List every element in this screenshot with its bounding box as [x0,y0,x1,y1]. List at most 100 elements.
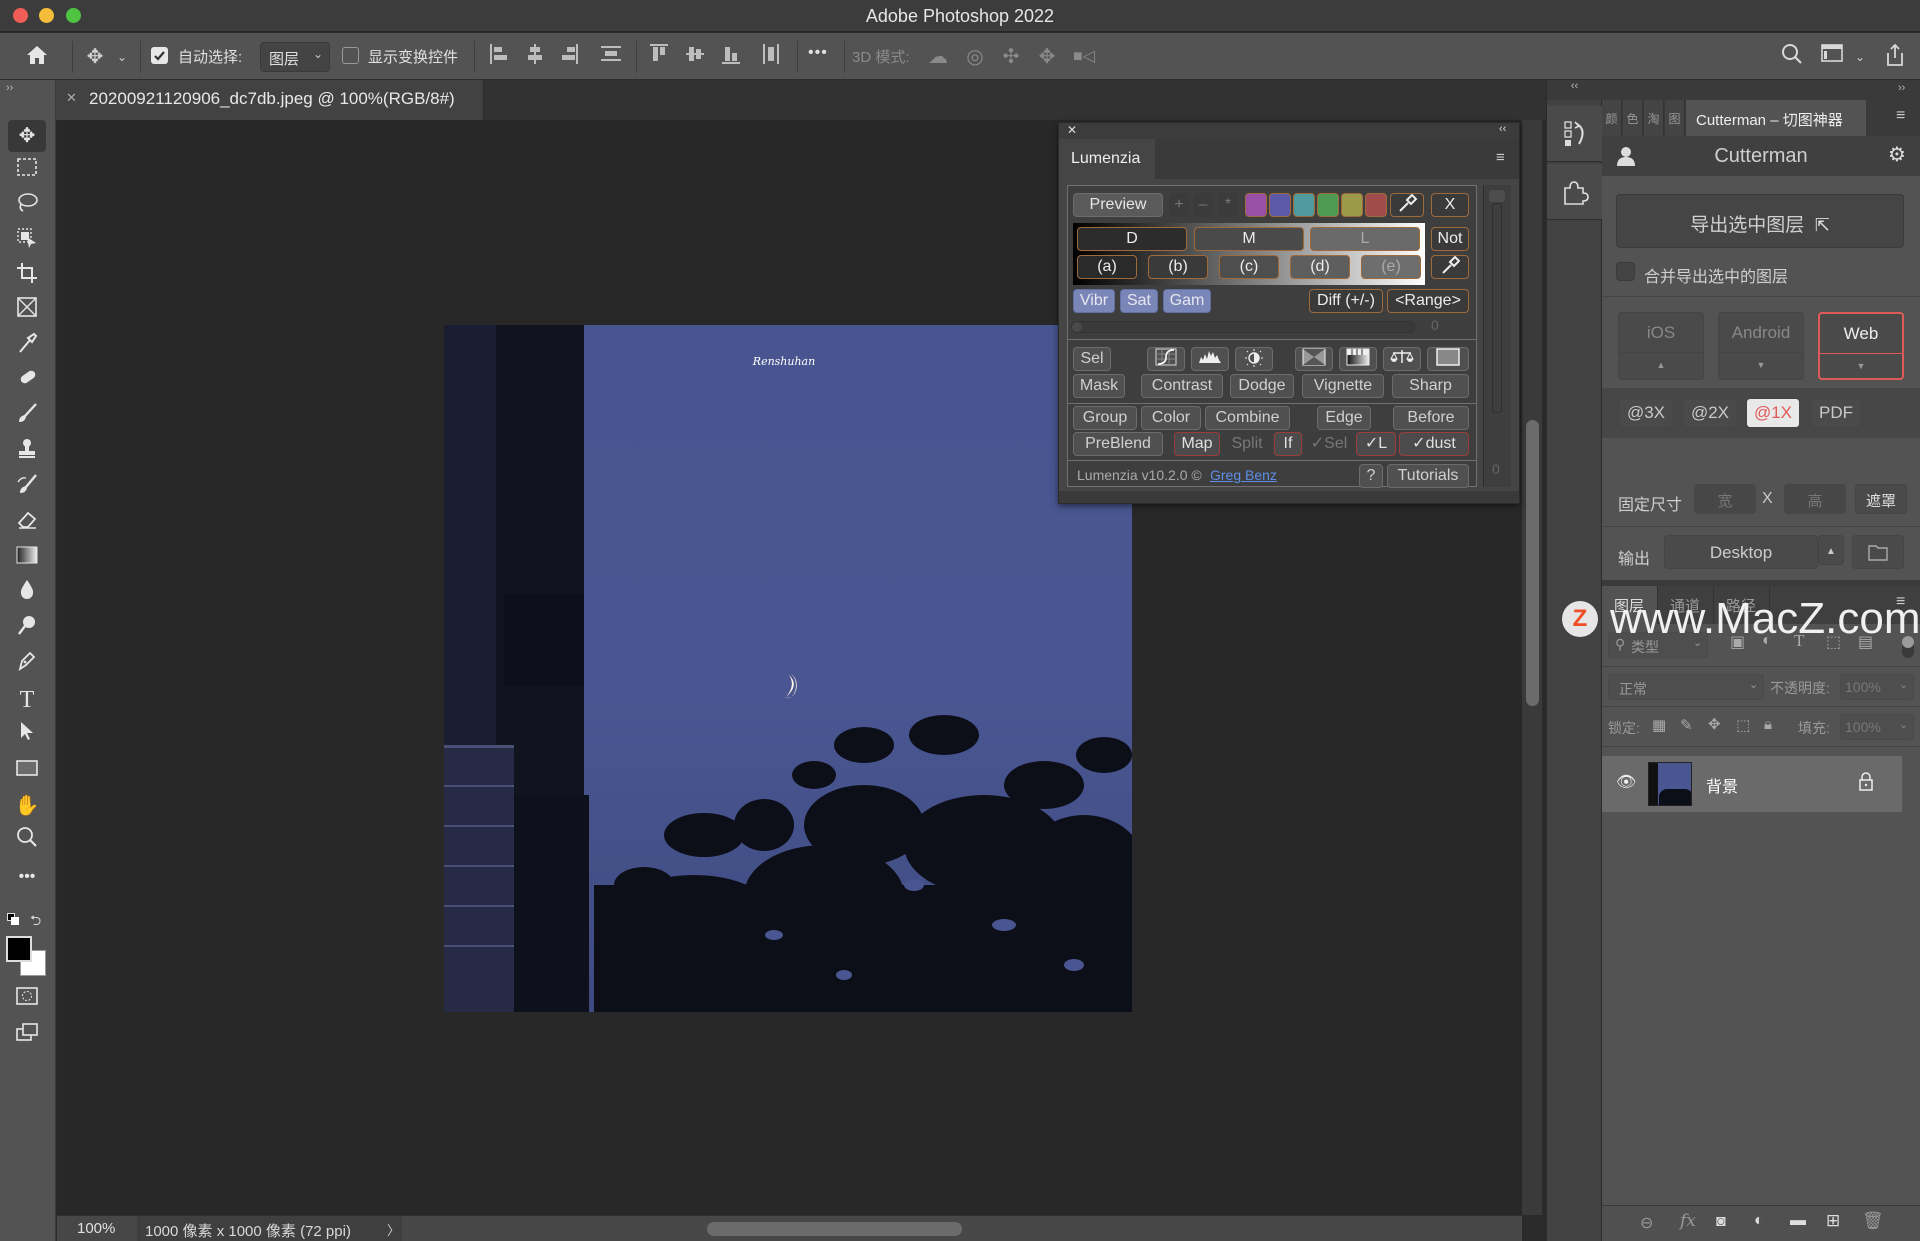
add-mask-icon[interactable]: ◙ [1716,1213,1726,1231]
resize-grip[interactable] [1059,491,1519,503]
object-selection-tool-icon[interactable] [8,226,46,258]
horizontal-scrollbar-thumb[interactable] [707,1222,962,1236]
side-panel-tab[interactable]: 图 [1665,100,1685,136]
move-tool-icon[interactable]: ✥ [8,120,46,152]
more-options-button[interactable]: ••• [808,44,828,62]
doc-info-box[interactable]: 1000 像素 x 1000 像素 (72 ppi) 〉 [137,1216,402,1241]
curves-icon[interactable] [1147,347,1185,371]
vignette-button[interactable]: Vignette [1302,374,1384,398]
show-transform-checkbox[interactable] [342,47,359,64]
lock-pixels-icon[interactable]: ✎ [1680,716,1693,734]
distribute-horizontal-icon[interactable] [758,43,784,71]
output-dropdown-button[interactable]: ▲ [1818,535,1844,565]
opacity-input[interactable]: 100% ⌄ [1840,674,1914,700]
color-button[interactable]: Color [1141,406,1201,430]
contrast-button[interactable]: Contrast [1141,374,1223,398]
blur-tool-icon[interactable] [8,578,46,610]
scale-button[interactable]: @1X [1746,398,1800,428]
side-panel-tab[interactable]: 颜 [1602,100,1622,136]
group-button[interactable]: Group [1073,406,1137,430]
rectangle-tool-icon[interactable] [8,755,46,787]
fill-input[interactable]: 100% ⌄ [1840,714,1914,740]
auto-select-target-dropdown[interactable]: 图层 ⌄ [260,42,330,72]
adjustment-layer-icon[interactable]: ◐ [1754,1212,1764,1230]
edge-button[interactable]: Edge [1317,406,1371,430]
zoom-tool-icon[interactable] [8,826,46,858]
align-vertical-center-icon[interactable] [682,43,708,71]
eraser-tool-icon[interactable] [8,508,46,540]
path-selection-tool-icon[interactable] [8,720,46,752]
marquee-tool-icon[interactable] [8,155,46,187]
open-folder-button[interactable] [1852,535,1904,569]
3d-camera-icon[interactable]: ■◁ [1069,43,1099,71]
solid-color-icon[interactable] [1427,347,1469,371]
zone-button-e[interactable]: (e) [1361,255,1421,279]
new-group-icon[interactable]: ▬ [1790,1212,1806,1230]
collapse-panel-icon[interactable]: ‹‹ [1499,123,1506,135]
type-tool-icon[interactable]: T [8,684,46,716]
not-button[interactable]: Not [1431,227,1469,251]
plus-button[interactable]: + [1169,193,1189,217]
home-icon[interactable] [22,43,52,71]
default-colors-icon[interactable] [7,913,20,926]
range-button[interactable]: <Range> [1387,289,1469,313]
help-button[interactable]: ? [1359,464,1383,488]
panel-scrollbar[interactable]: 0 [1483,185,1511,487]
align-top-icon[interactable] [646,43,672,71]
vibrance-button[interactable]: Vibr [1073,289,1115,313]
panel-menu-icon[interactable]: ≡ [1896,107,1905,125]
sel-button[interactable]: Sel [1073,347,1111,371]
exposure-icon[interactable] [1235,347,1273,371]
lock-artboard-icon[interactable]: ⬚ [1736,716,1750,734]
levels-icon[interactable] [1191,347,1229,371]
eyedropper-tool-icon[interactable] [8,332,46,364]
scale-button[interactable]: @3X [1618,398,1674,428]
split-button[interactable]: Split [1223,432,1271,456]
3d-roll-icon[interactable]: ◎ [961,43,989,71]
quick-mask-icon[interactable] [8,984,46,1016]
platform-arrow-icon[interactable]: ▲ [1619,353,1703,377]
dodge-button[interactable]: Dodge [1230,374,1294,398]
delete-layer-icon[interactable]: 🗑︎ [1862,1211,1884,1231]
lock-position-icon[interactable]: ✥ [1708,715,1721,733]
layer-row[interactable]: 👁︎ 背景 [1602,756,1902,812]
history-brush-tool-icon[interactable] [8,473,46,505]
clone-stamp-tool-icon[interactable] [8,437,46,469]
link-layers-icon[interactable]: ⊖ [1640,1213,1653,1233]
more-tools-icon[interactable]: ••• [8,861,46,893]
platform-button-web[interactable]: Web ▼ [1818,312,1904,380]
scale-button[interactable]: PDF [1810,398,1862,428]
author-link[interactable]: Greg Benz [1210,467,1277,483]
platform-button-ios[interactable]: iOS ▲ [1618,312,1704,380]
export-selected-layers-button[interactable]: 导出选中图层 ⇱ [1616,194,1904,248]
close-panel-icon[interactable]: ✕ [1067,123,1077,137]
pen-tool-icon[interactable] [8,649,46,681]
3d-pan-icon[interactable]: ✣ [997,43,1025,71]
diff-button[interactable]: Diff (+/-) [1309,289,1383,313]
output-path-field[interactable]: Desktop [1664,535,1818,569]
tone-button-l[interactable]: L [1310,227,1420,251]
zone-button-a[interactable]: (a) [1077,255,1137,279]
tab-cutterman[interactable]: Cutterman – 切图神器 [1686,100,1866,136]
color-swatch-button[interactable] [1317,193,1339,217]
clear-x-button[interactable]: X [1431,193,1469,217]
lasso-tool-icon[interactable] [8,191,46,223]
check-dust-button[interactable]: ✓dust [1399,432,1469,456]
merge-export-checkbox[interactable] [1616,262,1635,281]
gamut-button[interactable]: Gam [1163,289,1211,313]
hand-tool-icon[interactable]: ✋ [8,790,46,822]
vertical-scrollbar-thumb[interactable] [1526,420,1539,706]
document-tab[interactable]: ✕ 20200921120906_dc7db.jpeg @ 100%(RGB/8… [56,80,484,120]
sharp-button[interactable]: Sharp [1392,374,1469,398]
chevron-down-icon[interactable]: ⌄ [114,43,130,71]
minus-button[interactable]: – [1193,193,1213,217]
check-l-button[interactable]: ✓L [1356,432,1396,456]
visibility-eye-icon[interactable]: 👁︎ [1616,772,1636,792]
gear-icon[interactable]: ⚙ [1888,142,1906,167]
if-button[interactable]: If [1274,432,1302,456]
search-icon[interactable] [1777,43,1807,71]
crop-tool-icon[interactable] [8,261,46,293]
tab-lumenzia[interactable]: Lumenzia [1059,139,1155,179]
side-panel-tab[interactable]: 淘 [1644,100,1664,136]
align-left-icon[interactable] [486,43,512,71]
